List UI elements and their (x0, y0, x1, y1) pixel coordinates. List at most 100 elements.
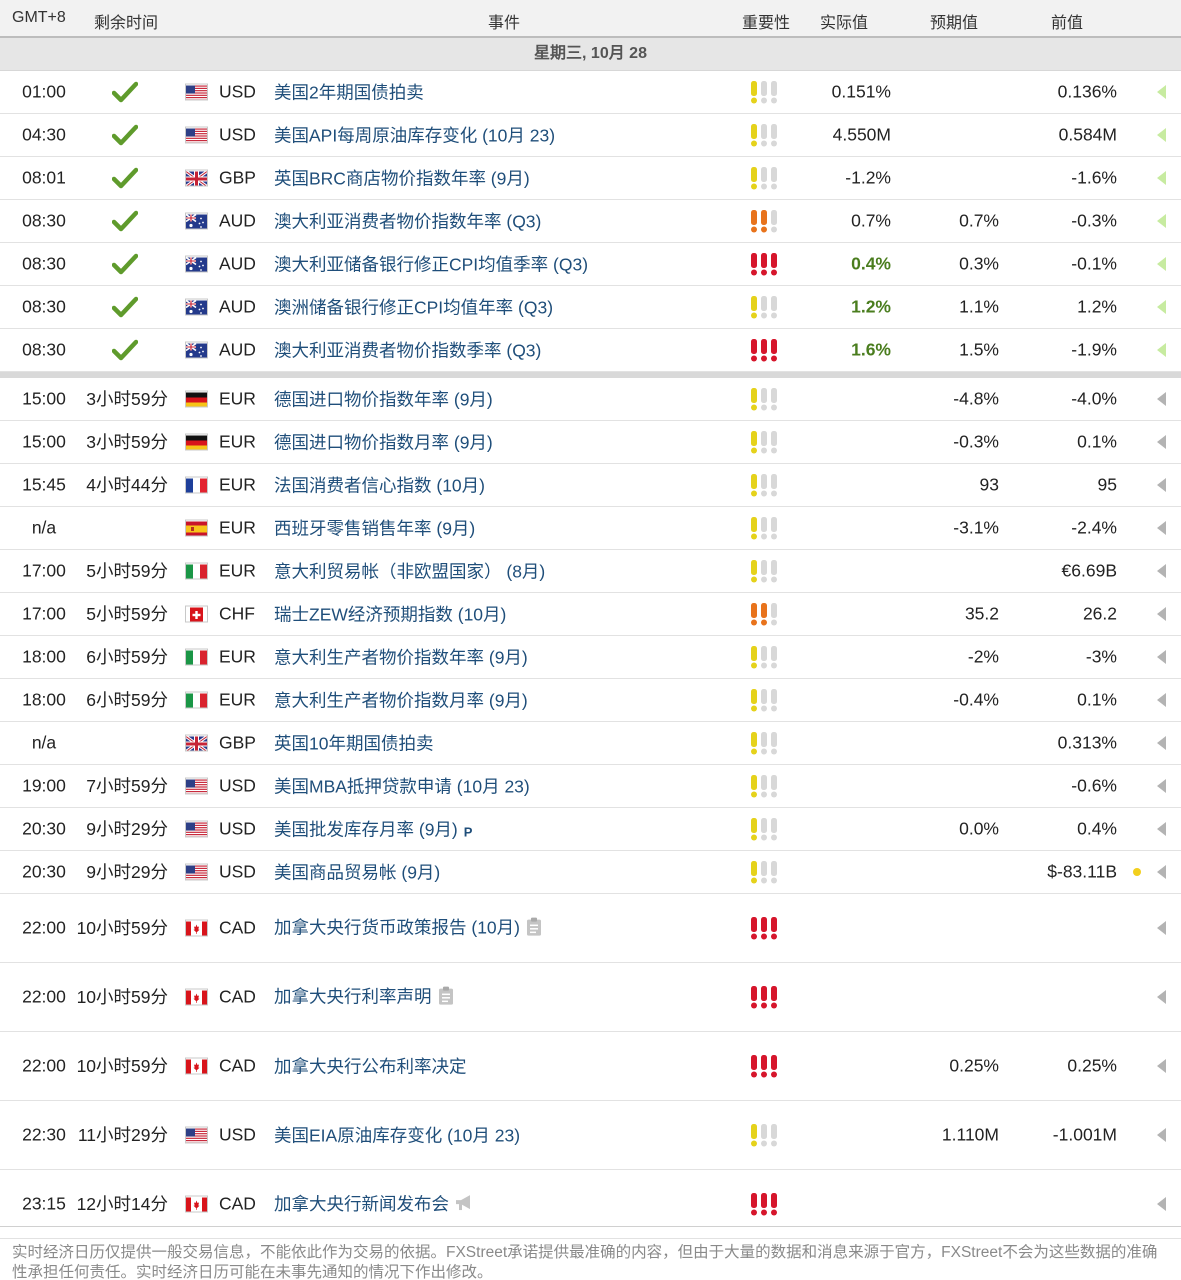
expand-arrow-icon[interactable] (1157, 1197, 1166, 1211)
event-link[interactable]: 德国进口物价指数年率 (9月) (274, 387, 493, 412)
previous-value: -0.1% (1071, 253, 1117, 274)
table-row[interactable]: 08:30 AUD 澳大利亚消费者物价指数年率 (Q3) 0.7% 0.7% -0.3% (0, 200, 1181, 243)
event-link[interactable]: 英国BRC商店物价指数年率 (9月) (274, 166, 530, 191)
table-row[interactable]: 20:30 9小时29分 USD 美国商品贸易帐 (9月) $-83.11B (0, 851, 1181, 894)
event-title[interactable]: 加拿大央行公布利率决定 (274, 1057, 467, 1077)
event-title[interactable]: 加拿大央行利率声明 (274, 987, 432, 1007)
event-link[interactable]: 加拿大央行公布利率决定 (274, 1054, 467, 1079)
expand-arrow-icon[interactable] (1157, 736, 1166, 750)
table-row[interactable]: 22:30 11小时29分 USD 美国EIA原油库存变化 (10月 23) 1.110… (0, 1101, 1181, 1170)
expand-arrow-icon[interactable] (1157, 693, 1166, 707)
event-title[interactable]: 澳洲储备银行修正CPI均值年率 (Q3) (274, 298, 553, 318)
expand-arrow-icon[interactable] (1157, 1128, 1166, 1142)
table-row[interactable]: 17:00 5小时59分 CHF 瑞士ZEW经济预期指数 (10月) 35.2 26.2 (0, 593, 1181, 636)
event-link[interactable]: 意大利贸易帐（非欧盟国家） (8月) (274, 559, 545, 584)
event-link[interactable]: 美国API每周原油库存变化 (10月 23) (274, 123, 555, 148)
event-title[interactable]: 法国消费者信心指数 (10月) (274, 476, 485, 496)
table-row[interactable]: n/a EUR 西班牙零售销售年率 (9月) -3.1% -2.4% (0, 507, 1181, 550)
expand-arrow-icon[interactable] (1157, 607, 1166, 621)
event-title[interactable]: 意大利贸易帐（非欧盟国家） (8月) (274, 562, 545, 582)
event-title[interactable]: 德国进口物价指数月率 (9月) (274, 433, 493, 453)
event-title[interactable]: 美国MBA抵押贷款申请 (10月 23) (274, 777, 530, 797)
event-title[interactable]: 美国批发库存月率 (9月) (274, 820, 458, 840)
table-row[interactable]: 22:00 10小时59分 CAD 加拿大央行利率声明 (0, 963, 1181, 1032)
table-row[interactable]: 19:00 7小时59分 USD 美国MBA抵押贷款申请 (10月 23) -0.6% (0, 765, 1181, 808)
event-link[interactable]: 瑞士ZEW经济预期指数 (10月) (274, 602, 506, 627)
expand-arrow-icon[interactable] (1157, 300, 1166, 314)
expand-arrow-icon[interactable] (1157, 343, 1166, 357)
expand-arrow-icon[interactable] (1157, 257, 1166, 271)
speech-icon[interactable] (455, 1194, 475, 1217)
table-row[interactable]: 04:30 USD 美国API每周原油库存变化 (10月 23) 4.550M 0.58… (0, 114, 1181, 157)
event-link[interactable]: 加拿大央行新闻发布会 (274, 1191, 475, 1217)
event-title[interactable]: 英国10年期国债拍卖 (274, 734, 433, 754)
table-row[interactable]: 01:00 USD 美国2年期国债拍卖 0.151% 0.136% (0, 71, 1181, 114)
event-title[interactable]: 意大利生产者物价指数月率 (9月) (274, 691, 528, 711)
event-title[interactable]: 美国2年期国债拍卖 (274, 83, 424, 103)
event-link[interactable]: 意大利生产者物价指数月率 (9月) (274, 688, 528, 713)
event-title[interactable]: 美国商品贸易帐 (9月) (274, 863, 440, 883)
expand-arrow-icon[interactable] (1157, 85, 1166, 99)
expand-arrow-icon[interactable] (1157, 1059, 1166, 1073)
event-title[interactable]: 美国API每周原油库存变化 (10月 23) (274, 126, 555, 146)
table-row[interactable]: 08:01 GBP 英国BRC商店物价指数年率 (9月) -1.2% -1.6% (0, 157, 1181, 200)
event-title[interactable]: 美国EIA原油库存变化 (10月 23) (274, 1126, 520, 1146)
expand-arrow-icon[interactable] (1157, 779, 1166, 793)
table-row[interactable]: 15:00 3小时59分 EUR 德国进口物价指数年率 (9月) -4.8% -4.0% (0, 378, 1181, 421)
table-row[interactable]: 08:30 AUD 澳洲储备银行修正CPI均值年率 (Q3) 1.2% 1.1% 1.2% (0, 286, 1181, 329)
event-title[interactable]: 意大利生产者物价指数年率 (9月) (274, 648, 528, 668)
table-row[interactable]: 18:00 6小时59分 EUR 意大利生产者物价指数年率 (9月) -2% -3% (0, 636, 1181, 679)
event-title[interactable]: 西班牙零售销售年率 (9月) (274, 519, 475, 539)
event-link[interactable]: 美国商品贸易帐 (9月) (274, 860, 440, 885)
event-link[interactable]: 法国消费者信心指数 (10月) (274, 473, 485, 498)
event-link[interactable]: 意大利生产者物价指数年率 (9月) (274, 645, 528, 670)
table-row[interactable]: 18:00 6小时59分 EUR 意大利生产者物价指数月率 (9月) -0.4% 0.1% (0, 679, 1181, 722)
table-row[interactable]: 22:00 10小时59分 CAD 加拿大央行公布利率决定 0.25% 0.25% (0, 1032, 1181, 1101)
expand-arrow-icon[interactable] (1157, 171, 1166, 185)
report-icon[interactable] (438, 985, 454, 1010)
event-link[interactable]: 澳大利亚消费者物价指数年率 (Q3) (274, 209, 541, 234)
event-title[interactable]: 加拿大央行新闻发布会 (274, 1194, 449, 1214)
expand-arrow-icon[interactable] (1157, 128, 1166, 142)
expand-arrow-icon[interactable] (1157, 435, 1166, 449)
event-title[interactable]: 澳大利亚储备银行修正CPI均值季率 (Q3) (274, 255, 588, 275)
event-link[interactable]: 美国MBA抵押贷款申请 (10月 23) (274, 774, 530, 799)
event-link[interactable]: 澳大利亚储备银行修正CPI均值季率 (Q3) (274, 252, 588, 277)
expand-arrow-icon[interactable] (1157, 650, 1166, 664)
event-link[interactable]: 西班牙零售销售年率 (9月) (274, 516, 475, 541)
event-title[interactable]: 澳大利亚消费者物价指数年率 (Q3) (274, 212, 541, 232)
expand-arrow-icon[interactable] (1157, 990, 1166, 1004)
table-row[interactable]: 15:00 3小时59分 EUR 德国进口物价指数月率 (9月) -0.3% 0.1% (0, 421, 1181, 464)
event-link[interactable]: 英国10年期国债拍卖 (274, 731, 433, 756)
event-link[interactable]: 加拿大央行货币政策报告 (10月) (274, 915, 542, 942)
expand-arrow-icon[interactable] (1157, 521, 1166, 535)
event-link[interactable]: 美国2年期国债拍卖 (274, 80, 424, 105)
expand-arrow-icon[interactable] (1157, 921, 1166, 935)
expand-arrow-icon[interactable] (1157, 214, 1166, 228)
expand-arrow-icon[interactable] (1157, 392, 1166, 406)
event-link[interactable]: 澳洲储备银行修正CPI均值年率 (Q3) (274, 295, 553, 320)
event-link[interactable]: 澳大利亚消费者物价指数季率 (Q3) (274, 338, 541, 363)
expand-arrow-icon[interactable] (1157, 822, 1166, 836)
table-row[interactable]: 20:30 9小时29分 USD 美国批发库存月率 (9月) P 0.0% 0.4% (0, 808, 1181, 851)
table-row[interactable]: 08:30 AUD 澳大利亚消费者物价指数季率 (Q3) 1.6% 1.5% -1.9% (0, 329, 1181, 372)
event-title[interactable]: 瑞士ZEW经济预期指数 (10月) (274, 605, 506, 625)
report-icon[interactable] (526, 916, 542, 941)
timezone-selector[interactable]: GMT+8 (12, 9, 66, 27)
event-title[interactable]: 德国进口物价指数年率 (9月) (274, 390, 493, 410)
event-link[interactable]: 美国批发库存月率 (9月) P (274, 817, 472, 842)
table-row[interactable]: 15:45 4小时44分 EUR 法国消费者信心指数 (10月) 93 95 (0, 464, 1181, 507)
table-row[interactable]: 08:30 AUD 澳大利亚储备银行修正CPI均值季率 (Q3) 0.4% 0.3% -0… (0, 243, 1181, 286)
event-title[interactable]: 英国BRC商店物价指数年率 (9月) (274, 169, 530, 189)
event-title[interactable]: 加拿大央行货币政策报告 (10月) (274, 918, 520, 938)
table-row[interactable]: 17:00 5小时59分 EUR 意大利贸易帐（非欧盟国家） (8月) €6.69B (0, 550, 1181, 593)
expand-arrow-icon[interactable] (1157, 478, 1166, 492)
event-link[interactable]: 德国进口物价指数月率 (9月) (274, 430, 493, 455)
expand-arrow-icon[interactable] (1157, 865, 1166, 879)
table-row[interactable]: n/a GBP 英国10年期国债拍卖 0.313% (0, 722, 1181, 765)
event-link[interactable]: 加拿大央行利率声明 (274, 984, 454, 1011)
expand-arrow-icon[interactable] (1157, 564, 1166, 578)
event-title[interactable]: 澳大利亚消费者物价指数季率 (Q3) (274, 341, 541, 361)
event-link[interactable]: 美国EIA原油库存变化 (10月 23) (274, 1123, 520, 1148)
table-row[interactable]: 22:00 10小时59分 CAD 加拿大央行货币政策报告 (10月) (0, 894, 1181, 963)
